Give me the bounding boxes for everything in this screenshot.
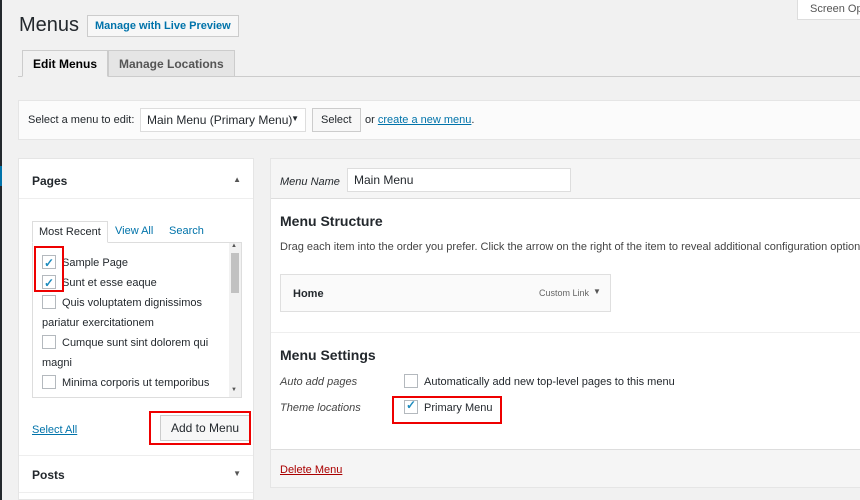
menu-editor-panel: Menu Name Main Menu Menu Structure Drag … bbox=[270, 158, 860, 488]
scroll-down-icon[interactable]: ▼ bbox=[231, 387, 237, 393]
pages-section-title: Pages bbox=[32, 174, 68, 188]
tab-manage-locations[interactable]: Manage Locations bbox=[108, 50, 235, 77]
menu-select-dropdown[interactable]: Main Menu (Primary Menu) ▼ bbox=[140, 108, 306, 132]
expand-item-arrow-icon[interactable]: ▼ bbox=[593, 287, 601, 296]
delete-menu-link[interactable]: Delete Menu bbox=[280, 464, 342, 476]
create-menu-text: or create a new menu. bbox=[365, 114, 474, 126]
list-item[interactable]: Sunt et esse eaque bbox=[42, 273, 238, 293]
checkbox-minima-corporis[interactable] bbox=[42, 375, 56, 389]
menu-name-bar: Menu Name Main Menu bbox=[271, 159, 860, 199]
page-title: Menus bbox=[19, 14, 80, 36]
page-list-scrollbar[interactable]: ▲ ▼ bbox=[229, 243, 241, 397]
create-new-menu-link[interactable]: create a new menu bbox=[378, 114, 472, 126]
list-item[interactable]: Cumque sunt sint dolorem qui magni bbox=[33, 333, 229, 373]
checkbox-quis-voluptatem[interactable] bbox=[42, 295, 56, 309]
select-menu-label: Select a menu to edit: bbox=[28, 114, 135, 126]
expand-arrow-icon[interactable]: ▼ bbox=[233, 469, 241, 478]
manage-live-preview-button[interactable]: Manage with Live Preview bbox=[87, 15, 239, 37]
tab-most-recent[interactable]: Most Recent bbox=[32, 221, 108, 243]
or-label: or bbox=[365, 114, 375, 126]
list-item-label: Quis voluptatem dignissimos pariatur exe… bbox=[42, 297, 203, 329]
list-item-label: Minima corporis ut temporibus harum itaq… bbox=[62, 377, 210, 389]
list-item-label: Sample Page bbox=[62, 257, 129, 269]
scroll-up-icon[interactable]: ▲ bbox=[231, 243, 237, 249]
tab-edit-menus[interactable]: Edit Menus bbox=[22, 50, 109, 77]
theme-locations-label: Theme locations bbox=[280, 402, 361, 414]
list-item[interactable]: Sample Page bbox=[42, 253, 238, 273]
highlight-primary-menu bbox=[392, 396, 502, 424]
auto-add-pages-option[interactable]: Automatically add new top-level pages to… bbox=[404, 374, 675, 388]
scrollbar-thumb[interactable] bbox=[231, 253, 239, 293]
auto-add-pages-label: Auto add pages bbox=[280, 376, 358, 388]
menu-settings-title: Menu Settings bbox=[280, 347, 376, 363]
highlight-add-to-menu bbox=[149, 411, 251, 445]
list-item[interactable]: Minima corporis ut temporibus harum itaq… bbox=[33, 373, 229, 397]
create-suffix: . bbox=[471, 114, 475, 126]
settings-divider bbox=[271, 332, 860, 333]
tab-view-all[interactable]: View All bbox=[115, 221, 153, 243]
auto-add-pages-text: Automatically add new top-level pages to… bbox=[424, 376, 675, 388]
list-item[interactable]: Quis voluptatem dignissimos pariatur exe… bbox=[33, 293, 229, 333]
checkbox-cumque-sunt[interactable] bbox=[42, 335, 56, 349]
list-item-label: Cumque sunt sint dolorem qui magni bbox=[42, 337, 209, 369]
tab-search[interactable]: Search bbox=[169, 221, 204, 243]
menu-item-title: Home bbox=[293, 288, 324, 300]
menu-item-home[interactable]: Home Custom Link ▼ bbox=[280, 274, 611, 312]
menu-name-input[interactable]: Main Menu bbox=[347, 168, 571, 192]
highlight-checked-pages bbox=[34, 246, 64, 292]
chevron-down-icon: ▼ bbox=[291, 114, 299, 123]
select-all-link[interactable]: Select All bbox=[32, 424, 77, 436]
auto-add-pages-checkbox[interactable] bbox=[404, 374, 418, 388]
screen-options-button[interactable]: Screen Options bbox=[797, 0, 860, 20]
pages-section-header[interactable]: Pages ▲ bbox=[19, 159, 253, 199]
menu-item-type: Custom Link bbox=[539, 288, 590, 298]
collapse-arrow-icon[interactable]: ▲ bbox=[233, 175, 241, 184]
admin-sidebar-edge bbox=[0, 0, 2, 500]
menu-select-value: Main Menu (Primary Menu) bbox=[147, 113, 293, 127]
posts-section-title: Posts bbox=[32, 468, 65, 482]
select-menu-bar: Select a menu to edit: Main Menu (Primar… bbox=[18, 100, 860, 140]
admin-sidebar-active-indicator bbox=[0, 166, 2, 186]
posts-section-header[interactable]: Posts ▼ bbox=[19, 455, 253, 493]
list-item-label: Sunt et esse eaque bbox=[62, 277, 157, 289]
menu-structure-title: Menu Structure bbox=[280, 213, 383, 229]
select-menu-button[interactable]: Select bbox=[312, 108, 361, 132]
add-menu-items-panel: Pages ▲ Most Recent View All Search Samp… bbox=[18, 158, 254, 500]
menu-name-label: Menu Name bbox=[280, 176, 340, 188]
menu-structure-description: Drag each item into the order you prefer… bbox=[280, 241, 860, 253]
menu-footer: Delete Menu bbox=[271, 449, 860, 487]
